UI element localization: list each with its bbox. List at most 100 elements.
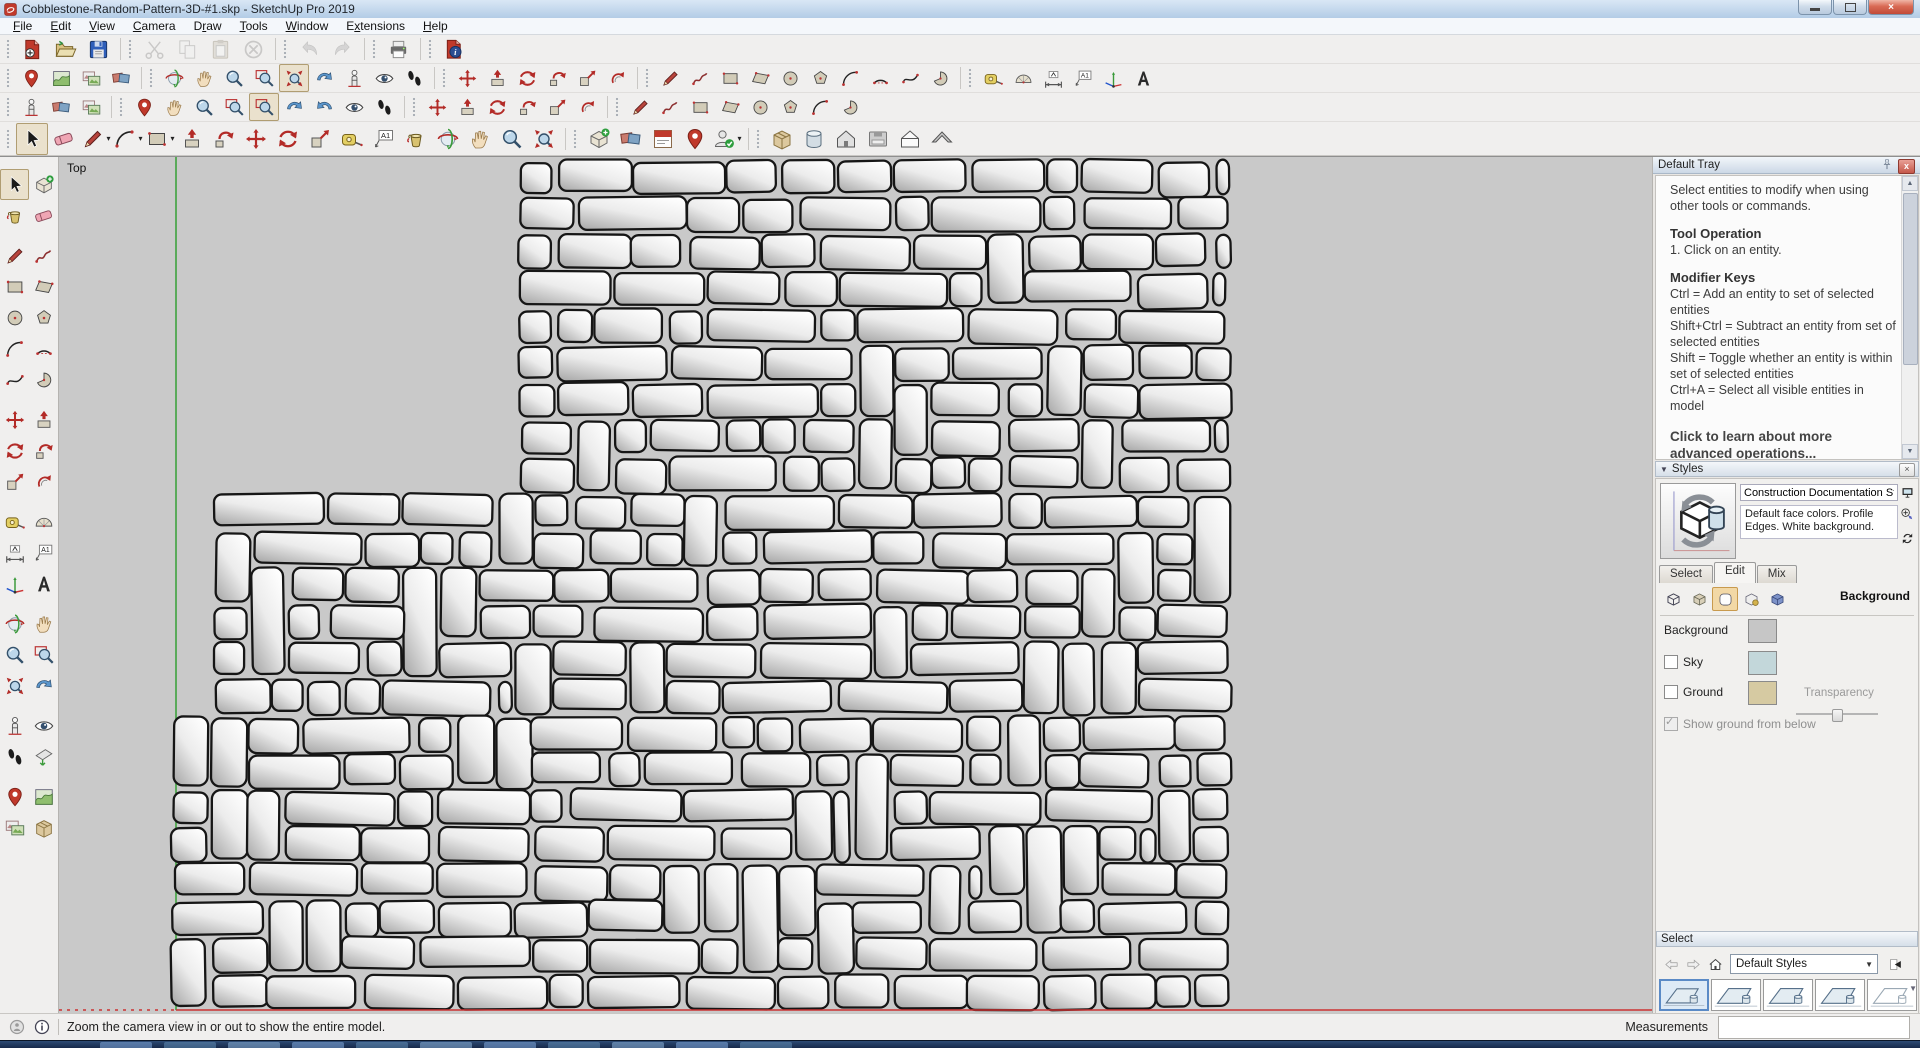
measurements-input[interactable]: [1718, 1016, 1910, 1039]
pan-button[interactable]: [29, 608, 58, 639]
style-thumbnail[interactable]: [1763, 979, 1813, 1011]
drawing-canvas[interactable]: [59, 157, 1652, 1014]
zoom-window-button[interactable]: [249, 64, 279, 92]
toolbar-grip[interactable]: [442, 68, 447, 88]
info-icon[interactable]: [34, 1019, 50, 1035]
circle-button[interactable]: [745, 93, 775, 121]
menu-tools[interactable]: Tools: [231, 18, 277, 34]
style-name-field[interactable]: [1740, 484, 1898, 501]
taskbar-item[interactable]: [228, 1042, 280, 1048]
arc-button[interactable]: [835, 64, 865, 92]
materials-button[interactable]: [46, 93, 76, 121]
style-thumbnail[interactable]: [1815, 979, 1865, 1011]
polygon-button[interactable]: [805, 64, 835, 92]
toolbar-grip[interactable]: [645, 68, 650, 88]
move-button[interactable]: [0, 404, 29, 435]
follow-me-button[interactable]: [208, 123, 240, 155]
rotate-button[interactable]: [0, 435, 29, 466]
zoom-window-button[interactable]: [219, 93, 249, 121]
watermark-settings-button[interactable]: [1738, 587, 1764, 611]
circle-button[interactable]: [0, 302, 29, 333]
tab-mix[interactable]: Mix: [1757, 565, 1797, 583]
roof-button[interactable]: [926, 123, 958, 155]
show-ground-checkbox[interactable]: [1664, 717, 1678, 731]
arc-button[interactable]: [805, 93, 835, 121]
scroll-up-icon[interactable]: ▲: [1902, 176, 1918, 191]
instructor-scrollbar[interactable]: ▲ ▼: [1901, 176, 1918, 459]
toolbar-grip[interactable]: [283, 39, 288, 59]
thumbnail-scroll-down-icon[interactable]: ▼: [1909, 984, 1917, 993]
three-point-arc-button[interactable]: [895, 64, 925, 92]
background-color-swatch[interactable]: [1748, 619, 1777, 643]
active-style-thumbnail[interactable]: [1660, 483, 1736, 559]
walk-button[interactable]: [0, 741, 29, 772]
menu-extensions[interactable]: Extensions: [337, 18, 414, 34]
taskbar-item[interactable]: [740, 1042, 792, 1048]
push-pull-button[interactable]: [29, 404, 58, 435]
look-around-button[interactable]: [29, 710, 58, 741]
menu-window[interactable]: Window: [277, 18, 338, 34]
sky-color-swatch[interactable]: [1748, 651, 1777, 675]
previous-button[interactable]: [279, 93, 309, 121]
style-thumbnail[interactable]: [1659, 979, 1709, 1011]
rectangle-button[interactable]: [0, 271, 29, 302]
walk-button[interactable]: [399, 64, 429, 92]
dropdown-arrow-icon[interactable]: ▾: [170, 134, 174, 143]
text-button[interactable]: [368, 123, 400, 155]
new-button[interactable]: [16, 35, 49, 64]
move-button[interactable]: [422, 93, 452, 121]
erase-button[interactable]: [237, 35, 270, 64]
scale-button[interactable]: [572, 64, 602, 92]
line-button[interactable]: [0, 240, 29, 271]
offset-button[interactable]: [29, 466, 58, 497]
rotate-button[interactable]: [482, 93, 512, 121]
styles-button[interactable]: [647, 123, 679, 155]
rectangle-button[interactable]: [685, 93, 715, 121]
position-camera-button[interactable]: [0, 710, 29, 741]
push-pull-button[interactable]: [482, 64, 512, 92]
dropdown-arrow-icon[interactable]: ▾: [106, 134, 110, 143]
windows-taskbar[interactable]: [0, 1040, 1920, 1048]
materials-button[interactable]: [615, 123, 647, 155]
preview-model-button[interactable]: [29, 812, 58, 843]
position-camera-button[interactable]: [16, 93, 46, 121]
add-location-button[interactable]: [129, 93, 159, 121]
save-button[interactable]: [82, 35, 115, 64]
toolbar-grip[interactable]: [428, 39, 433, 59]
rotated-rectangle-button[interactable]: [29, 271, 58, 302]
zoom-extents-button[interactable]: [0, 670, 29, 701]
print-button[interactable]: [382, 35, 415, 64]
advanced-operations-link[interactable]: Click to learn about more advanced opera…: [1670, 428, 1897, 460]
dimension-button[interactable]: [0, 537, 29, 568]
toolbar-grip[interactable]: [573, 129, 578, 149]
copy-button[interactable]: [171, 35, 204, 64]
tab-edit[interactable]: Edit: [1714, 562, 1756, 583]
follow-me-button[interactable]: [542, 64, 572, 92]
zoom-selection-button[interactable]: [249, 93, 279, 121]
two-point-arc-button[interactable]: [29, 333, 58, 364]
package-button[interactable]: [766, 123, 798, 155]
protractor-button[interactable]: [29, 506, 58, 537]
text-button[interactable]: [29, 537, 58, 568]
scale-button[interactable]: [0, 466, 29, 497]
orbit-button[interactable]: [0, 608, 29, 639]
ground-color-swatch[interactable]: [1748, 681, 1777, 705]
undo-button[interactable]: [293, 35, 326, 64]
freehand-button[interactable]: [655, 93, 685, 121]
cut-button[interactable]: [138, 35, 171, 64]
menu-help[interactable]: Help: [414, 18, 457, 34]
freehand-button[interactable]: [29, 240, 58, 271]
three-point-arc-button[interactable]: [0, 364, 29, 395]
zoom-button[interactable]: [0, 639, 29, 670]
toolbar-grip[interactable]: [119, 97, 124, 117]
style-thumbnail[interactable]: [1711, 979, 1761, 1011]
forward-button[interactable]: [1682, 953, 1704, 975]
taskbar-item[interactable]: [100, 1042, 152, 1048]
protractor-button[interactable]: [1008, 64, 1038, 92]
model-viewport[interactable]: Top: [59, 157, 1652, 1014]
tray-title-bar[interactable]: Default Tray x: [1653, 157, 1920, 174]
tray-close-button[interactable]: x: [1898, 159, 1915, 174]
taskbar-item[interactable]: [164, 1042, 216, 1048]
toolbar-grip[interactable]: [128, 39, 133, 59]
tape-measure-button[interactable]: [0, 506, 29, 537]
